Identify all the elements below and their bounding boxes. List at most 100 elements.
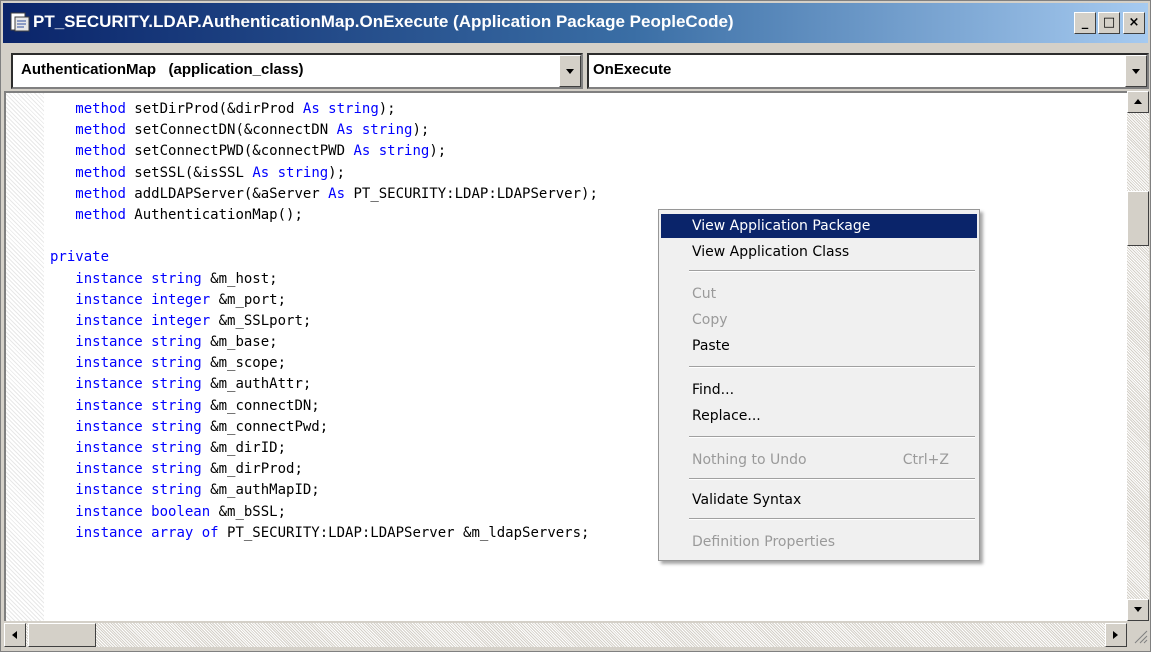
code-text: &m_authAttr; bbox=[201, 376, 312, 393]
peoplecode-document-icon bbox=[10, 12, 30, 32]
title-bar[interactable]: PT_SECURITY.LDAP.AuthenticationMap.OnExe… bbox=[3, 3, 1148, 43]
code-text: setConnectPWD(&connectPWD bbox=[125, 143, 354, 160]
minimize-button[interactable]: _ bbox=[1074, 12, 1096, 34]
code-line[interactable]: method setDirProd(&dirProd As string); bbox=[50, 99, 598, 120]
menu-item-validate-syntax[interactable]: Validate Syntax bbox=[661, 488, 977, 512]
code-keyword: method bbox=[75, 206, 126, 223]
code-text: &m_scope; bbox=[201, 355, 287, 372]
code-text: ); bbox=[378, 101, 396, 117]
horizontal-scroll-thumb[interactable] bbox=[28, 623, 96, 647]
code-text: ); bbox=[412, 122, 430, 139]
code-keyword: As string bbox=[353, 143, 430, 160]
code-line[interactable]: instance string &m_connectDN; bbox=[50, 396, 598, 417]
scroll-left-button[interactable] bbox=[4, 623, 26, 647]
vertical-scrollbar[interactable] bbox=[1127, 91, 1149, 621]
menu-item-copy[interactable]: Copy bbox=[661, 308, 977, 332]
code-line[interactable]: instance string &m_scope; bbox=[50, 353, 598, 374]
code-text: setDirProd(&dirProd bbox=[125, 101, 303, 117]
horizontal-scrollbar[interactable] bbox=[4, 623, 1127, 647]
code-text: AuthenticationMap(); bbox=[125, 206, 303, 223]
code-line[interactable]: instance integer &m_SSLport; bbox=[50, 311, 598, 332]
menu-item-label: Paste bbox=[692, 338, 730, 354]
code-line[interactable]: instance string &m_connectPwd; bbox=[50, 417, 598, 438]
resize-grip[interactable] bbox=[1127, 623, 1149, 647]
menu-item-undo[interactable]: Nothing to Undo Ctrl+Z bbox=[661, 448, 977, 472]
code-keyword: instance string bbox=[75, 440, 202, 456]
peoplecode-editor-window: PT_SECURITY.LDAP.AuthenticationMap.OnExe… bbox=[0, 0, 1151, 652]
menu-item-find[interactable]: Find... bbox=[661, 378, 977, 402]
scroll-down-button[interactable] bbox=[1127, 599, 1149, 621]
code-text: &m_authMapID; bbox=[201, 482, 320, 499]
code-line[interactable]: method AuthenticationMap(); bbox=[50, 205, 598, 226]
code-keyword: instance string bbox=[75, 397, 202, 414]
menu-item-paste[interactable]: Paste bbox=[661, 334, 977, 358]
code-keyword: instance integer bbox=[75, 291, 211, 308]
code-line[interactable] bbox=[50, 226, 598, 247]
arrow-up-icon bbox=[1134, 99, 1142, 104]
code-line[interactable]: method setConnectPWD(&connectPWD As stri… bbox=[50, 141, 598, 162]
code-line[interactable]: instance integer &m_port; bbox=[50, 290, 598, 311]
code-text: setConnectDN(&connectDN bbox=[125, 122, 337, 139]
code-keyword: As bbox=[328, 185, 346, 202]
resize-grip-icon bbox=[1134, 630, 1148, 644]
maximize-button[interactable]: □ bbox=[1098, 12, 1120, 34]
code-text: &m_bSSL; bbox=[210, 503, 287, 520]
code-line[interactable]: instance string &m_authAttr; bbox=[50, 374, 598, 395]
code-line[interactable]: instance string &m_dirProd; bbox=[50, 459, 598, 480]
code-keyword: method bbox=[75, 164, 126, 181]
menu-item-label: Definition Properties bbox=[692, 534, 835, 550]
code-text: &m_SSLport; bbox=[210, 312, 312, 329]
code-line[interactable]: instance boolean &m_bSSL; bbox=[50, 502, 598, 523]
code-line[interactable]: instance string &m_host; bbox=[50, 269, 598, 290]
menu-separator bbox=[689, 270, 975, 272]
chevron-down-icon bbox=[1132, 69, 1140, 74]
object-dropdown-button[interactable] bbox=[559, 55, 581, 87]
code-line[interactable]: method addLDAPServer(&aServer As PT_SECU… bbox=[50, 184, 598, 205]
scroll-right-button[interactable] bbox=[1105, 623, 1127, 647]
menu-item-shortcut: Ctrl+Z bbox=[902, 452, 949, 468]
code-text[interactable]: method setDirProd(&dirProd As string); m… bbox=[50, 99, 598, 544]
scroll-up-button[interactable] bbox=[1127, 91, 1149, 113]
close-button[interactable]: × bbox=[1123, 12, 1145, 34]
code-line[interactable]: instance array of PT_SECURITY:LDAP:LDAPS… bbox=[50, 523, 598, 544]
menu-item-replace[interactable]: Replace... bbox=[661, 404, 977, 428]
menu-item-label: View Application Class bbox=[692, 244, 850, 260]
event-dropdown[interactable]: OnExecute bbox=[587, 53, 1149, 89]
close-icon: × bbox=[1128, 15, 1140, 30]
code-line[interactable]: instance string &m_authMapID; bbox=[50, 480, 598, 501]
code-text: PT_SECURITY:LDAP:LDAPServer &m_ldapServe… bbox=[218, 524, 590, 541]
menu-item-definition-properties[interactable]: Definition Properties bbox=[661, 530, 977, 554]
code-line[interactable]: private bbox=[50, 247, 598, 268]
code-line[interactable]: method setSSL(&isSSL As string); bbox=[50, 163, 598, 184]
code-keyword: instance string bbox=[75, 376, 202, 393]
menu-item-view-application-package[interactable]: View Application Package bbox=[661, 214, 977, 238]
code-line[interactable]: instance string &m_base; bbox=[50, 332, 598, 353]
menu-item-label: Validate Syntax bbox=[692, 492, 802, 508]
code-keyword: instance array of bbox=[75, 524, 219, 541]
code-line[interactable]: instance string &m_dirID; bbox=[50, 438, 598, 459]
vertical-scroll-thumb[interactable] bbox=[1127, 191, 1149, 246]
code-text: setSSL(&isSSL bbox=[125, 164, 253, 181]
menu-item-label: View Application Package bbox=[692, 218, 871, 234]
code-text: &m_dirID; bbox=[201, 440, 287, 456]
object-dropdown-value: AuthenticationMap (application_class) bbox=[21, 61, 304, 78]
event-dropdown-button[interactable] bbox=[1125, 55, 1147, 87]
code-keyword: instance boolean bbox=[75, 503, 211, 520]
code-keyword: instance string bbox=[75, 482, 202, 499]
menu-item-cut[interactable]: Cut bbox=[661, 282, 977, 306]
menu-item-view-application-class[interactable]: View Application Class bbox=[661, 240, 977, 264]
code-keyword: instance string bbox=[75, 418, 202, 435]
code-text: &m_base; bbox=[201, 334, 278, 351]
code-keyword: As string bbox=[302, 101, 379, 117]
object-dropdown[interactable]: AuthenticationMap (application_class) bbox=[11, 53, 583, 89]
code-line[interactable]: method setConnectDN(&connectDN As string… bbox=[50, 120, 598, 141]
code-text: &m_connectPwd; bbox=[201, 418, 329, 435]
